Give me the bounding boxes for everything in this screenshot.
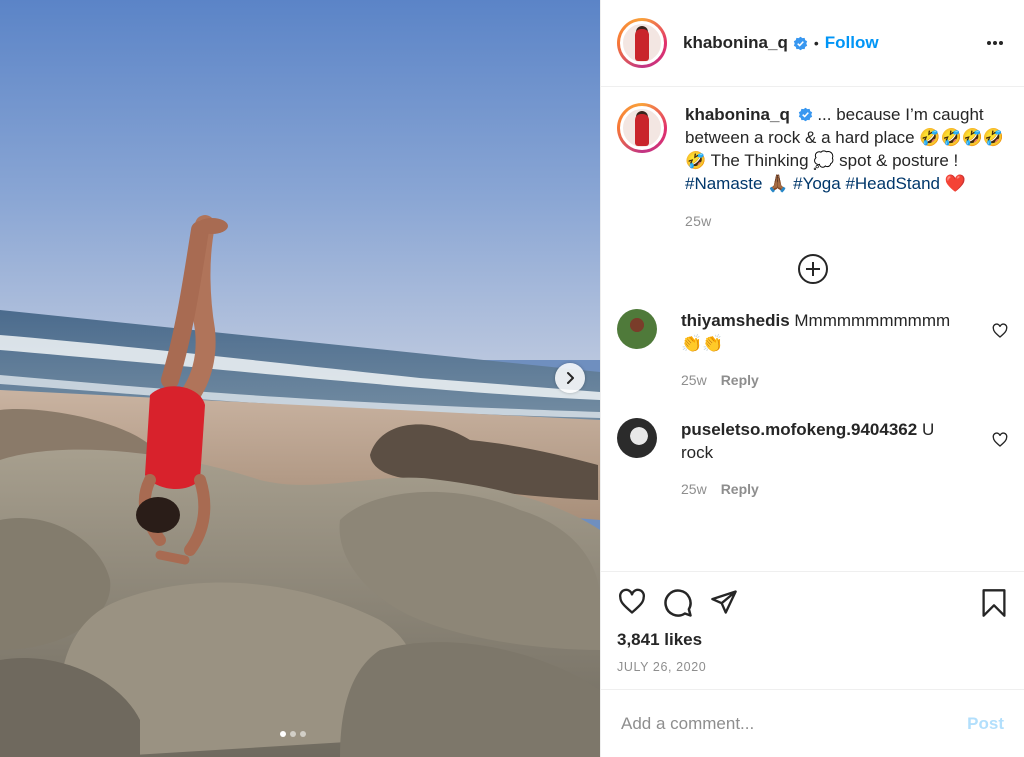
beach-headstand-image [0, 0, 600, 757]
comment-item: thiyamshedis Mmmmmmmmmmm 👏👏 25w Reply [617, 309, 1024, 392]
header-separator: • [813, 35, 819, 51]
bookmark-icon [982, 589, 1006, 617]
author-avatar[interactable] [617, 18, 667, 68]
caption-avatar[interactable] [617, 103, 667, 153]
verified-icon [798, 107, 812, 121]
comment-icon [664, 589, 692, 617]
carousel-dot [300, 731, 306, 737]
caption-text: 🙏🏾 [762, 174, 794, 193]
verified-icon [793, 36, 808, 50]
carousel-indicator [280, 731, 306, 737]
comment-composer: Post [601, 689, 1024, 757]
heart-icon[interactable] [992, 323, 1008, 339]
commenter-username[interactable]: puseletso.mofokeng.9404362 [681, 420, 917, 439]
post-comment-button[interactable]: Post [967, 714, 1004, 734]
caption-heart-emoji: ❤️ [939, 174, 966, 193]
carousel-dot [280, 731, 286, 737]
save-button[interactable] [980, 588, 1008, 623]
hashtag-headstand[interactable]: #HeadStand [845, 174, 940, 193]
load-more-icon[interactable] [797, 253, 829, 285]
reply-button[interactable]: Reply [721, 478, 759, 501]
more-icon[interactable] [986, 40, 1004, 46]
comment-item: puseletso.mofokeng.9404362 U rock 25w Rep… [617, 418, 1024, 501]
commenter-avatar[interactable] [617, 309, 657, 349]
likes-count[interactable]: 3,841 likes [617, 630, 1008, 650]
caption-username[interactable]: khabonina_q [685, 105, 790, 124]
post-date: JULY 26, 2020 [617, 660, 707, 674]
next-photo-button[interactable] [555, 363, 585, 393]
hashtag-namaste[interactable]: #Namaste [685, 174, 762, 193]
comment-timestamp: 25w [681, 372, 707, 388]
like-button[interactable] [617, 588, 647, 618]
post-actions: 3,841 likes JULY 26, 2020 [601, 571, 1024, 689]
add-comment-input[interactable] [621, 713, 968, 734]
reply-button[interactable]: Reply [721, 369, 759, 392]
share-icon [711, 590, 737, 614]
comment-button[interactable] [663, 588, 693, 618]
author-username[interactable]: khabonina_q [683, 33, 788, 53]
post-header: khabonina_q • Follow [601, 0, 1024, 87]
follow-button[interactable]: Follow [825, 33, 879, 53]
chevron-right-icon [567, 372, 574, 384]
commenter-username[interactable]: thiyamshedis [681, 311, 790, 330]
heart-icon[interactable] [992, 432, 1008, 448]
post-caption: khabonina_q ... because I’m caught betwe… [617, 103, 1024, 233]
post-modal: khabonina_q • Follow khabonina_q ... bec… [0, 0, 1024, 757]
hashtag-yoga[interactable]: #Yoga [793, 174, 841, 193]
comment-timestamp: 25w [681, 481, 707, 497]
caption-timestamp: 25w [685, 213, 712, 229]
share-button[interactable] [709, 588, 739, 618]
heart-icon [619, 588, 645, 614]
carousel-dot [290, 731, 296, 737]
commenter-avatar[interactable] [617, 418, 657, 458]
caption-body: khabonina_q ... because I’m caught betwe… [685, 103, 1015, 233]
post-photo[interactable] [0, 0, 600, 757]
load-more-comments[interactable] [617, 253, 1024, 285]
comments-area[interactable]: khabonina_q ... because I’m caught betwe… [601, 87, 1024, 571]
post-side-panel: khabonina_q • Follow khabonina_q ... bec… [600, 0, 1024, 757]
